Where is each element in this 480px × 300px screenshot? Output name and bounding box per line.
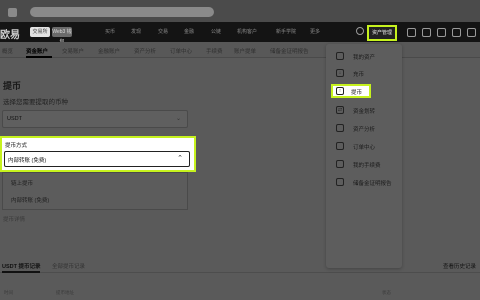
view-history-link[interactable]: 查看历史记录 (443, 262, 476, 270)
analysis-icon (336, 124, 344, 132)
search-icon[interactable] (356, 27, 364, 35)
web3-wallet-tab[interactable]: Web3 钱包 (52, 27, 72, 45)
account-subnav: 概览 资金账户 交易账户 金融账户 资产分析 订单中心 手续费 账户提单 储备金… (0, 42, 480, 58)
nav-institution[interactable]: 机构客户 (237, 28, 257, 35)
deposit-icon: ↓ (336, 69, 344, 77)
withdraw-method-section: 提币方式 内部转账 (免费) ⌃ (0, 136, 196, 172)
tab-earn-account[interactable]: 金融账户 (98, 47, 120, 55)
asset-management-button[interactable]: 资产管理 (367, 25, 397, 41)
nav-academy[interactable]: 新手学院 (276, 28, 296, 35)
currency-label: 选择您需要提取的币种 (3, 99, 68, 106)
option-internal[interactable]: 内部转账 (免费) (11, 196, 49, 204)
order-icon (336, 142, 344, 150)
page-title: 提币 (3, 81, 22, 91)
nav-finance[interactable]: 金融 (184, 28, 194, 35)
tab-fees[interactable]: 手续费 (206, 47, 223, 55)
method-label: 提币方式 (5, 143, 28, 149)
tab-all-records[interactable]: 全部提币记录 (52, 262, 85, 270)
column-header: 提币地址 (56, 290, 74, 295)
transfer-icon: ⇄ (336, 106, 344, 114)
user-icon[interactable] (407, 28, 416, 37)
menu-item-withdraw[interactable]: ↑ 提币 (331, 84, 371, 98)
address-bar[interactable] (30, 7, 214, 17)
currency-select[interactable]: USDT ⌄ (2, 110, 188, 128)
site-logo[interactable]: 欧易 (0, 26, 20, 41)
tab-overview[interactable]: 概览 (2, 47, 13, 55)
help-icon[interactable] (452, 28, 461, 37)
method-dropdown: 链上提币 内部转账 (免费) (2, 172, 188, 210)
withdraw-details-link[interactable]: 提币详情 (3, 215, 25, 223)
nav-more[interactable]: 更多 (310, 28, 320, 35)
tab-order-center[interactable]: 订单中心 (170, 47, 192, 55)
column-header: 时间 (4, 290, 13, 295)
download-icon[interactable] (422, 28, 431, 37)
tab-asset-analysis[interactable]: 资产分析 (134, 47, 156, 55)
chevron-up-icon: ⌃ (177, 155, 183, 162)
method-value: 内部转账 (免费) (8, 158, 47, 164)
tab-funding-account[interactable]: 资金账户 (26, 47, 48, 55)
withdraw-method-select[interactable]: 内部转账 (免费) ⌃ (4, 151, 190, 167)
chevron-down-icon: ⌄ (175, 116, 181, 122)
active-tab-indicator (26, 56, 52, 58)
tab-usdt-records[interactable]: USDT 提币记录 (2, 262, 41, 270)
option-onchain[interactable]: 链上提币 (11, 179, 33, 187)
tab-statements[interactable]: 账户提单 (234, 47, 256, 55)
browser-chrome (0, 0, 480, 22)
currency-value: USDT (7, 116, 22, 122)
records-tabs: USDT 提币记录 全部提币记录 查看历史记录 (0, 259, 480, 273)
wallet-icon (336, 52, 344, 60)
nav-chain[interactable]: 公链 (211, 28, 221, 35)
asset-menu: 我的资产 ↓ 充币 ↑ 提币 ⇄ 资金划转 资产分析 订单中心 我的手续费 储备… (326, 44, 402, 268)
globe-icon[interactable] (467, 28, 476, 37)
exchange-tab[interactable]: 交易所 (30, 27, 50, 37)
tab-proof-of-reserves[interactable]: 储备金证明报告 (270, 47, 309, 55)
nav-discover[interactable]: 发现 (131, 28, 141, 35)
report-icon (336, 178, 344, 186)
tab-trading-account[interactable]: 交易账户 (62, 47, 84, 55)
browser-menu-icon[interactable] (8, 8, 17, 17)
column-header: 状态 (382, 290, 391, 295)
fee-icon (336, 160, 344, 168)
notification-icon[interactable] (437, 28, 446, 37)
withdraw-icon: ↑ (336, 87, 344, 95)
records-tab-indicator (2, 271, 40, 273)
nav-trade[interactable]: 交易 (158, 28, 168, 35)
nav-buy[interactable]: 买币 (105, 28, 115, 35)
